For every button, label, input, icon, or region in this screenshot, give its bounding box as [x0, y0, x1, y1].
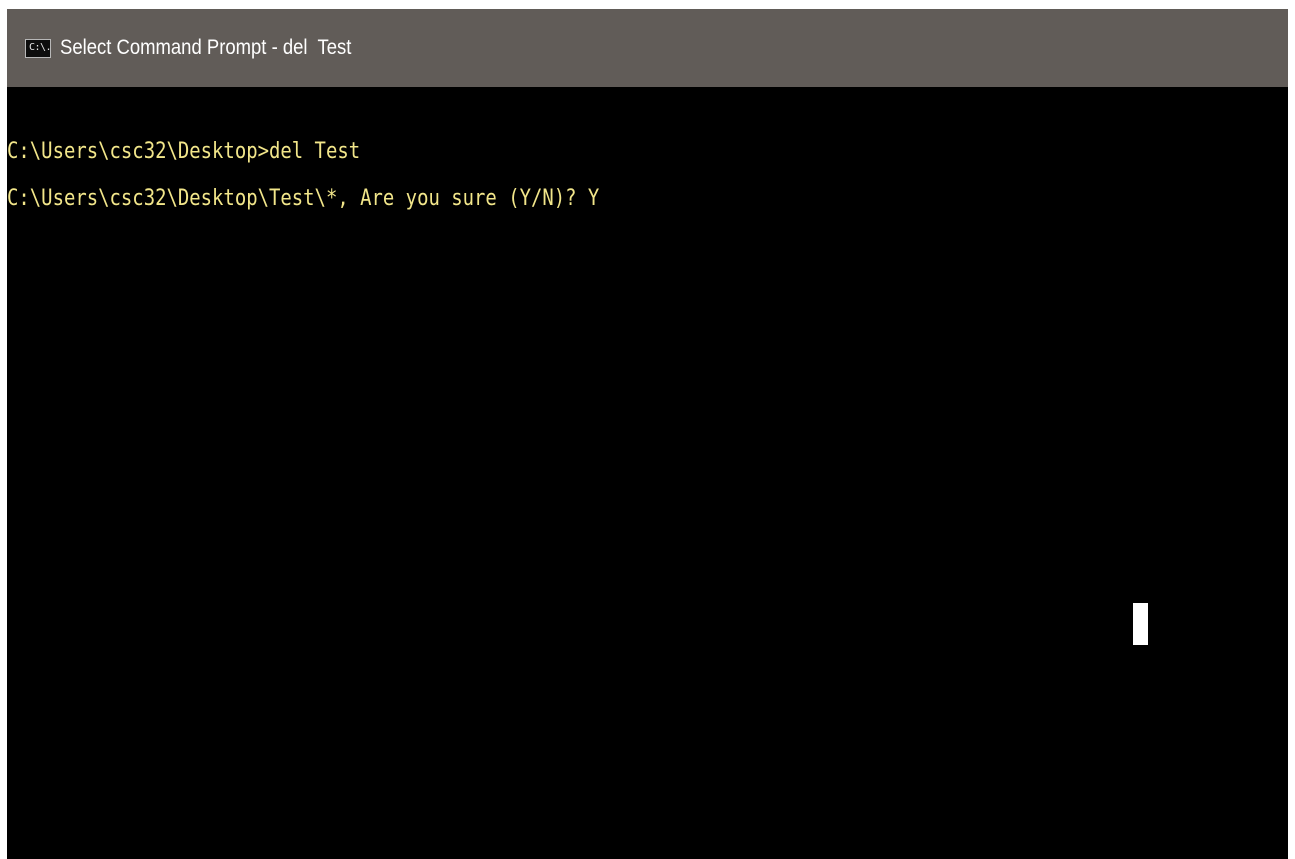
- title-bar[interactable]: C:\. Select Command Prompt - del Test: [7, 9, 1288, 87]
- console-output-area[interactable]: C:\Users\csc32\Desktop>del Test C:\Users…: [7, 87, 1288, 859]
- console-line: C:\Users\csc32\Desktop>del Test: [7, 139, 361, 164]
- window-title: Select Command Prompt - del Test: [60, 36, 352, 59]
- console-line: C:\Users\csc32\Desktop\Test\*, Are you s…: [7, 186, 600, 211]
- command-prompt-icon[interactable]: C:\.: [25, 39, 52, 58]
- text-cursor-block-icon: [1133, 603, 1148, 645]
- command-prompt-window[interactable]: C:\. Select Command Prompt - del Test C:…: [7, 9, 1288, 859]
- command-prompt-icon-glyph: C:\.: [29, 42, 52, 53]
